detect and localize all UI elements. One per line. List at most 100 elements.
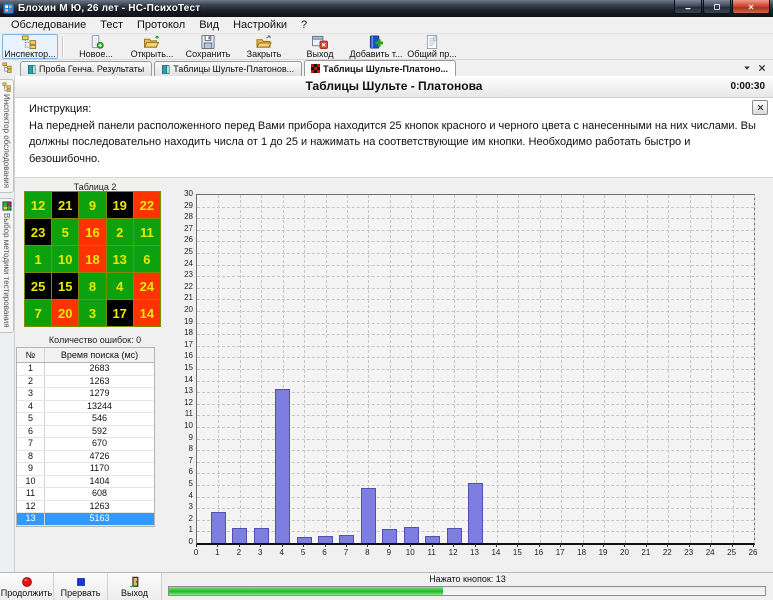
schulte-cell: 8	[79, 273, 106, 299]
sidebar-tab-1[interactable]: Инспектор обследования	[0, 79, 14, 194]
chart-x-tick	[753, 544, 754, 547]
tab-1[interactable]: Проба Генча. Результаты	[20, 61, 153, 76]
test-workspace: Таблица 2 12 21 9 19 22 23 5 16 2 11 1 10 18 13 6 25 15 8…	[15, 178, 773, 572]
chart-x-tick	[217, 544, 219, 547]
tab-2[interactable]: Таблицы Шульте-Платонов...	[154, 61, 303, 76]
tab-3[interactable]: Таблицы Шульте-Платоно...	[304, 60, 456, 76]
toolbar-button-label: Открыть...	[130, 48, 174, 59]
schulte-cell: 7	[25, 300, 52, 326]
chart-gridline-h	[197, 264, 754, 266]
chart-x-tick	[538, 544, 540, 547]
row-number-cell: 7	[17, 438, 45, 450]
tab-close-button[interactable]	[758, 64, 766, 72]
schulte-cell: 9	[79, 192, 106, 218]
test-timer: 0:00:30	[730, 81, 765, 92]
table-row[interactable]: 7 670	[17, 438, 154, 451]
table-row[interactable]: 10 1404	[17, 475, 154, 488]
book-icon	[27, 64, 36, 74]
search-time-chart: 0 1 2 3 4 5 6 7 8 9 10 11 12 13 14 15 16 17 18 19 20 21 22 23 24…	[181, 180, 767, 572]
chart-x-tick	[731, 544, 733, 547]
sidebar-tab-2[interactable]: Выбор методики тестирования	[0, 198, 14, 333]
close-folder-icon	[255, 34, 273, 49]
tab-list-dropdown[interactable]	[743, 64, 751, 72]
row-number-cell: 9	[17, 463, 45, 475]
toolbar-button-label: Инспектор...	[4, 48, 56, 59]
row-time-cell: 1170	[89, 463, 110, 473]
results-header-number: №	[17, 348, 45, 362]
chart-y-tick-label: 17	[184, 339, 193, 349]
bottom-button-label: Прервать	[60, 587, 101, 598]
chart-gridline-h	[197, 380, 754, 382]
chart-x-tick	[453, 544, 455, 547]
chart-x-tick	[431, 544, 433, 547]
chart-x-tick-label: 1	[215, 548, 220, 557]
sidebar-tab-label: Инспектор обследования	[2, 94, 11, 189]
chart-bar	[275, 389, 291, 543]
chart-bar	[253, 528, 269, 543]
tree-small-icon	[2, 82, 12, 92]
menu-item-Тест[interactable]: Тест	[93, 18, 130, 33]
menu-item-Обследование[interactable]: Обследование	[4, 18, 93, 33]
toolbar-button-8[interactable]: Общий пр...	[404, 34, 460, 59]
chart-x-tick-label: 2	[236, 548, 242, 557]
toolbar-button-3[interactable]: Открыть...	[124, 34, 180, 59]
table-row[interactable]: 13 5163	[17, 513, 154, 526]
toolbar-button-7[interactable]: Добавить т...	[348, 34, 404, 59]
table-row[interactable]: 8 4726	[17, 450, 154, 463]
table-row[interactable]: 6 592	[17, 425, 154, 438]
chart-x-tick	[474, 544, 476, 547]
row-time-cell: 1404	[89, 475, 110, 486]
report-document-icon	[423, 34, 441, 49]
chart-gridline-v	[754, 195, 755, 543]
window-title: Блохин М Ю, 26 лет - НС-ПсихоТест	[18, 3, 201, 14]
table-row[interactable]: 3 1279	[17, 388, 154, 401]
chart-y-tick-label: 24	[184, 258, 193, 268]
chart-x-tick-label: 6	[322, 548, 327, 557]
chart-y-tick-label: 18	[184, 328, 193, 338]
close-button[interactable]	[732, 0, 770, 14]
menu-item-Протокол[interactable]: Протокол	[130, 18, 192, 33]
toolbar-button-4[interactable]: Сохранить	[180, 34, 236, 59]
table-row[interactable]: 9 1170	[17, 463, 154, 476]
chart-gridline-h	[197, 345, 754, 347]
results-table: № Время поиска (мс) 1 2683 2 1263 3 1279 4 13244 5…	[16, 347, 155, 527]
chart-y-tick-label: 19	[184, 316, 193, 326]
tab-label: Таблицы Шульте-Платоно...	[323, 63, 448, 74]
row-number-cell: 8	[17, 450, 45, 462]
chart-gridline-h	[197, 229, 754, 231]
table-row[interactable]: 2 1263	[17, 375, 154, 388]
toolbar-button-6[interactable]: Выход	[292, 34, 348, 59]
minimize-button[interactable]	[674, 0, 702, 14]
schulte-cell: 19	[106, 192, 133, 218]
exit-button[interactable]: Выход	[108, 573, 162, 600]
tab-bar: Проба Генча. Результаты Таблицы Шульте-Пл…	[0, 60, 773, 76]
toolbar-button-2[interactable]: Новое...	[68, 34, 124, 59]
bottom-button-label: Выход	[121, 587, 148, 598]
toolbar-button-1[interactable]: Инспектор...	[2, 34, 58, 59]
menu-bar: Обследование Тест Протокол Вид Настройки?	[0, 17, 773, 34]
table-row[interactable]: 12 1263	[17, 500, 154, 513]
chart-bar	[296, 536, 312, 543]
table-row[interactable]: 5 546	[17, 413, 154, 426]
chart-x-tick	[688, 544, 690, 547]
menu-item-Настройки[interactable]: Настройки	[226, 18, 294, 33]
book-icon	[161, 64, 170, 74]
chart-y-tick-label: 1	[188, 525, 193, 535]
menu-item-?[interactable]: ?	[294, 18, 314, 33]
instruction-close-button[interactable]	[752, 100, 768, 115]
break-button[interactable]: Прервать	[54, 573, 108, 600]
toolbar-button-5[interactable]: Закрыть	[236, 34, 292, 59]
chart-y-tick-label: 29	[184, 200, 193, 210]
menu-item-Вид[interactable]: Вид	[192, 18, 226, 33]
left-sidebar: Инспектор обследования Выбор методики тес…	[0, 76, 15, 572]
chart-gridline-h	[197, 357, 754, 359]
table-row[interactable]: 11 608	[17, 488, 154, 501]
maximize-button[interactable]	[703, 0, 731, 14]
chart-y-tick-label: 15	[184, 363, 193, 372]
table-row[interactable]: 4 13244	[17, 400, 154, 413]
schulte-cell: 6	[133, 246, 160, 272]
chart-y-tick-label: 11	[184, 409, 193, 419]
chart-x-tick-label: 15	[512, 548, 522, 557]
continue-button[interactable]: Продолжить	[0, 573, 54, 600]
table-row[interactable]: 1 2683	[17, 363, 154, 376]
